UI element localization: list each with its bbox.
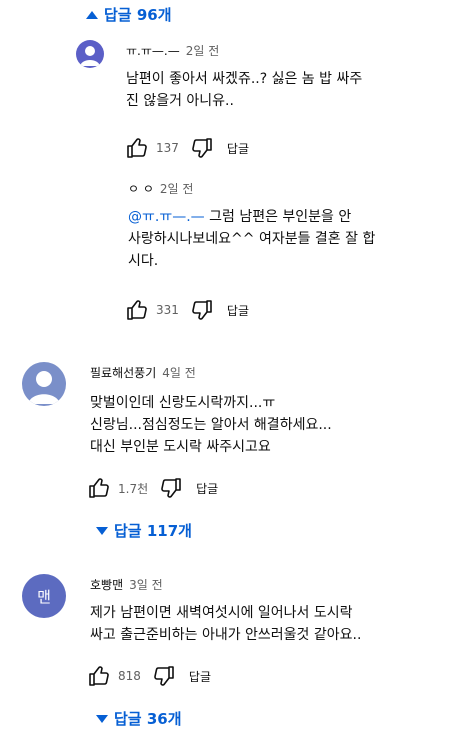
thumbs-up-icon xyxy=(89,478,109,498)
caret-up-icon xyxy=(86,10,98,19)
author-name[interactable]: ㅇ ㅇ xyxy=(128,180,154,197)
like-button[interactable] xyxy=(88,476,112,500)
like-button[interactable] xyxy=(88,664,112,688)
comment-actions: 818 답글 xyxy=(88,664,211,688)
timestamp[interactable]: 2일 전 xyxy=(160,180,194,197)
hide-replies-button[interactable]: 답글 96개 xyxy=(86,4,172,25)
avatar[interactable]: 맨 xyxy=(22,574,66,618)
timestamp[interactable]: 2일 전 xyxy=(186,42,220,59)
thumbs-down-icon xyxy=(192,300,212,320)
replies-toggle-label: 답글 96개 xyxy=(104,6,172,24)
reply-button[interactable]: 답글 xyxy=(196,480,218,497)
like-count: 137 xyxy=(156,141,179,155)
replies-toggle-label: 답글 36개 xyxy=(114,710,182,728)
avatar[interactable] xyxy=(76,40,104,68)
like-count: 818 xyxy=(118,669,141,683)
timestamp[interactable]: 4일 전 xyxy=(162,364,196,381)
avatar-letter: 맨 xyxy=(37,587,51,606)
like-count: 331 xyxy=(156,303,179,317)
like-button[interactable] xyxy=(126,298,150,322)
reply-button[interactable]: 답글 xyxy=(227,140,249,157)
comment-text: 남편이 좋아서 싸겠쥬..? 싫은 놈 밥 싸주 진 않을거 아니유.. xyxy=(126,71,363,109)
comment-header: 필료해선풍기 4일 전 xyxy=(90,364,196,381)
thumbs-down-icon xyxy=(161,478,181,498)
thumbs-up-icon xyxy=(127,138,147,158)
reply-button[interactable]: 답글 xyxy=(227,302,249,319)
thumbs-down-icon xyxy=(154,666,174,686)
thumbs-down-icon xyxy=(192,138,212,158)
thumbs-up-icon xyxy=(89,666,109,686)
comment-text: @ㅠ.ㅠ—.— 그럼 남편은 부인분을 안사랑하시나보네요^^ 여자분들 결혼 … xyxy=(128,206,463,272)
avatar[interactable] xyxy=(22,362,66,406)
comment-text: 제가 남편이면 새벽여섯시에 일어나서 도시락 싸고 출근준비하는 아내가 안쓰… xyxy=(90,605,362,643)
author-name[interactable]: ㅠ.ㅠ—.— xyxy=(126,42,180,59)
default-avatar-icon xyxy=(76,40,104,68)
reply-header: ㅇ ㅇ 2일 전 xyxy=(128,180,193,197)
comment-text-line: 그럼 남편은 부인분을 안 xyxy=(204,209,352,225)
thumbs-up-icon xyxy=(127,300,147,320)
reply-button[interactable]: 답글 xyxy=(189,668,211,685)
caret-down-icon xyxy=(96,526,108,535)
comment-actions: 137 답글 xyxy=(126,136,249,160)
comment-header: 호빵맨 3일 전 xyxy=(90,576,163,593)
view-replies-button[interactable]: 답글 117개 xyxy=(96,520,192,541)
comment-text-rest: 사랑하시나보네요^^ 여자분들 결혼 잘 합 시다. xyxy=(128,231,376,269)
dislike-button[interactable] xyxy=(158,476,182,500)
dislike-button[interactable] xyxy=(151,664,175,688)
timestamp[interactable]: 3일 전 xyxy=(129,576,163,593)
like-count: 1.7천 xyxy=(118,481,149,496)
comment-actions: 331 답글 xyxy=(126,298,249,322)
reply-header: ㅠ.ㅠ—.— 2일 전 xyxy=(126,42,219,59)
default-avatar-icon xyxy=(22,362,66,406)
view-replies-button[interactable]: 답글 36개 xyxy=(96,708,182,729)
comment-text: 맞벌이인데 신랑도시락까지...ㅠ 신랑님...점심정도는 알아서 해결하세요.… xyxy=(90,395,332,455)
caret-down-icon xyxy=(96,714,108,723)
comment-actions: 1.7천 답글 xyxy=(88,476,218,500)
replies-toggle-label: 답글 117개 xyxy=(114,522,192,540)
like-button[interactable] xyxy=(126,136,150,160)
dislike-button[interactable] xyxy=(189,136,213,160)
author-name[interactable]: 호빵맨 xyxy=(90,576,123,593)
author-name[interactable]: 필료해선풍기 xyxy=(90,364,156,381)
mention-link[interactable]: @ㅠ.ㅠ—.— xyxy=(128,209,205,225)
dislike-button[interactable] xyxy=(189,298,213,322)
